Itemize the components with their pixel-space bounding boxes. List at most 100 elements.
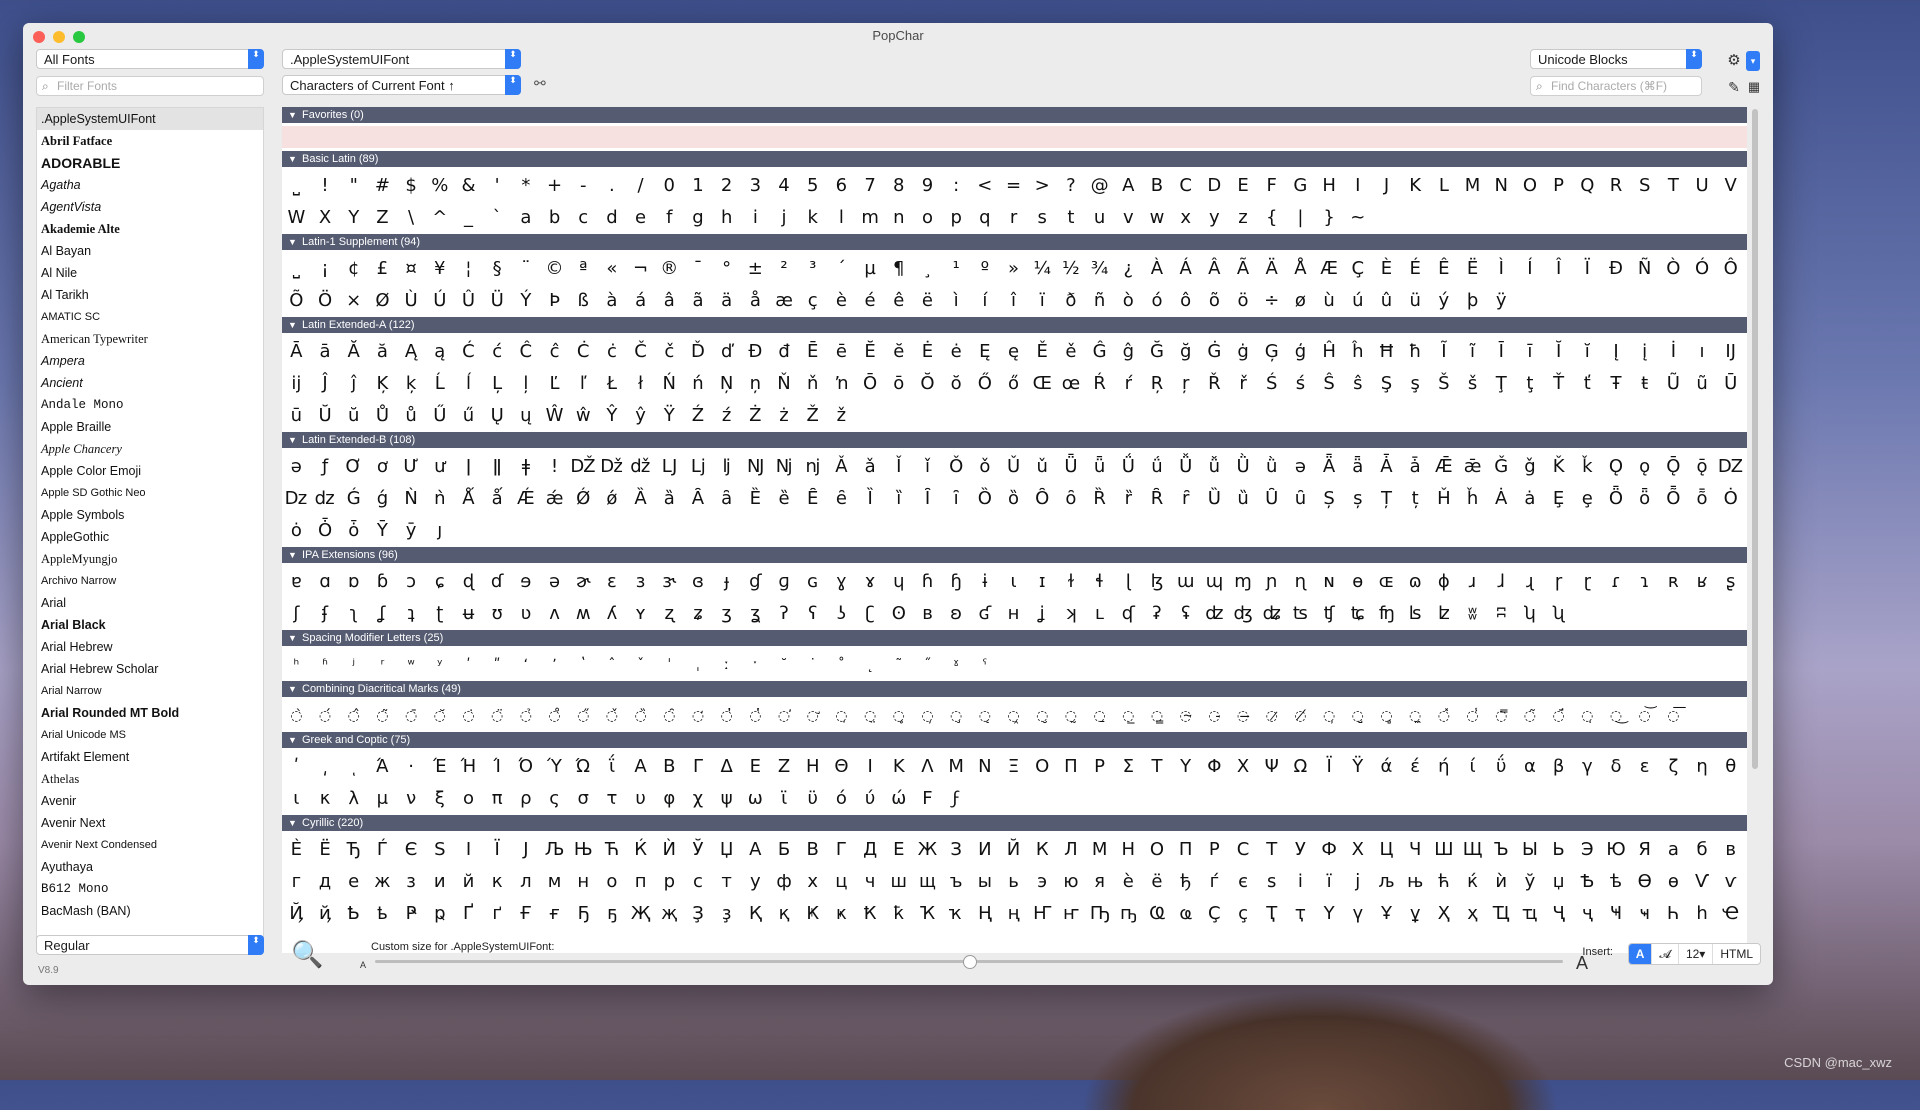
character-cell[interactable]: ¢ — [339, 253, 368, 285]
character-cell[interactable]: Ч — [1401, 834, 1430, 866]
character-cell[interactable]: ý — [1430, 285, 1459, 317]
character-cell[interactable]: X — [311, 202, 340, 234]
character-cell[interactable]: ǫ — [1630, 451, 1659, 483]
character-cell[interactable]: ʥ — [1257, 598, 1286, 630]
character-cell[interactable]: Ħ — [1372, 336, 1401, 368]
character-cell[interactable]: « — [598, 253, 627, 285]
character-cell[interactable]: đ — [770, 336, 799, 368]
character-cell[interactable]: ȁ — [655, 483, 684, 515]
character-cell[interactable]: я — [1085, 866, 1114, 898]
character-cell[interactable]: ´ — [827, 253, 856, 285]
character-cell[interactable]: ɗ — [483, 566, 512, 598]
character-cell[interactable]: c — [569, 202, 598, 234]
character-cell[interactable]: ҳ — [1458, 898, 1487, 930]
character-cell[interactable]: ο — [454, 783, 483, 815]
font-list-item[interactable]: Agatha — [37, 174, 263, 196]
character-cell[interactable]: ɳ — [1286, 566, 1315, 598]
character-cell[interactable]: Ō — [856, 368, 885, 400]
font-list-item[interactable]: BacMash (BAN) — [37, 900, 263, 922]
character-cell[interactable]: ɹ — [1458, 566, 1487, 598]
insert-mode-option[interactable]: 12▾ — [1679, 944, 1714, 964]
character-cell[interactable]: ɺ — [1487, 566, 1516, 598]
character-cell[interactable]: ɚ — [569, 566, 598, 598]
character-cell[interactable]: î — [999, 285, 1028, 317]
character-cell[interactable]: ĭ — [1573, 336, 1602, 368]
character-cell[interactable]: ɸ — [1430, 566, 1459, 598]
character-cell[interactable]: ʑ — [684, 598, 713, 630]
character-cell[interactable]: Γ — [684, 751, 713, 783]
character-cell[interactable]: ó — [1143, 285, 1172, 317]
character-cell[interactable]: ǲ — [282, 483, 311, 515]
character-cell[interactable]: ў — [1516, 866, 1545, 898]
character-cell[interactable]: » — [999, 253, 1028, 285]
character-cell[interactable]: Ј — [512, 834, 541, 866]
character-cell[interactable]: l — [827, 202, 856, 234]
character-cell[interactable]: Ţ — [1487, 368, 1516, 400]
character-cell[interactable]: И — [971, 834, 1000, 866]
font-list-item[interactable]: Ampera — [37, 350, 263, 372]
character-cell[interactable]: ȫ — [1630, 483, 1659, 515]
character-cell[interactable]: е — [339, 866, 368, 898]
character-cell[interactable]: ◌̷ — [1257, 700, 1286, 732]
character-cell[interactable]: ь — [999, 866, 1028, 898]
character-table[interactable]: ▼ Favorites (0) ▼ Basic Latin (89) ⎵! " # $% & ' *… — [282, 107, 1747, 953]
character-cell[interactable]: п — [626, 866, 655, 898]
character-cell[interactable]: ◌̕ — [770, 700, 799, 732]
character-cell[interactable]: Ȃ — [684, 483, 713, 515]
character-cell[interactable]: 5 — [798, 170, 827, 202]
character-cell[interactable]: ǌ — [798, 451, 827, 483]
character-cell[interactable]: Ǆ — [569, 451, 598, 483]
character-cell[interactable]: % — [425, 170, 454, 202]
character-cell[interactable]: ю — [1057, 866, 1086, 898]
character-cell[interactable]: Ī — [1487, 336, 1516, 368]
character-cell[interactable]: ɷ — [1401, 566, 1430, 598]
character-cell[interactable]: ţ — [1516, 368, 1545, 400]
character-cell[interactable]: и — [425, 866, 454, 898]
character-cell[interactable]: ɝ — [655, 566, 684, 598]
character-cell[interactable]: ŝ — [1343, 368, 1372, 400]
character-cell[interactable]: Ǵ — [339, 483, 368, 515]
character-cell[interactable]: Ђ — [339, 834, 368, 866]
character-cell[interactable]: ɖ — [454, 566, 483, 598]
character-cell[interactable]: ȱ — [339, 515, 368, 547]
character-cell[interactable]: Δ — [712, 751, 741, 783]
character-cell[interactable]: ң — [999, 898, 1028, 930]
character-cell[interactable]: έ — [1401, 751, 1430, 783]
character-cell[interactable]: Њ — [569, 834, 598, 866]
character-cell[interactable]: ų — [512, 400, 541, 432]
font-list-item[interactable]: Andale Mono — [37, 394, 263, 416]
character-cell[interactable]: ǟ — [1343, 451, 1372, 483]
character-cell[interactable]: Ĺ — [425, 368, 454, 400]
character-cell[interactable]: ğ — [1171, 336, 1200, 368]
character-cell[interactable]: ʞ — [1057, 598, 1086, 630]
character-cell[interactable]: Ϝ — [913, 783, 942, 815]
character-cell[interactable]: ç — [798, 285, 827, 317]
character-cell[interactable]: Ё — [311, 834, 340, 866]
character-cell[interactable]: Ҳ — [1430, 898, 1459, 930]
font-list-item[interactable]: Avenir Next Condensed — [37, 834, 263, 856]
character-cell[interactable]: Ô — [1716, 253, 1745, 285]
character-cell[interactable]: ɢ — [798, 566, 827, 598]
character-cell[interactable]: Ĝ — [1085, 336, 1114, 368]
character-cell[interactable]: ː — [712, 649, 741, 681]
character-cell[interactable]: μ — [368, 783, 397, 815]
character-cell[interactable]: К — [1028, 834, 1057, 866]
character-cell[interactable]: ɿ — [1630, 566, 1659, 598]
character-cell[interactable]: ǣ — [1458, 451, 1487, 483]
character-cell[interactable]: ă — [368, 336, 397, 368]
character-cell[interactable]: ɓ — [368, 566, 397, 598]
character-cell[interactable]: Ů — [368, 400, 397, 432]
character-cell[interactable]: œ — [1057, 368, 1086, 400]
character-cell[interactable]: P — [1544, 170, 1573, 202]
character-cell[interactable]: М — [1085, 834, 1114, 866]
character-cell[interactable]: Ҽ — [1716, 898, 1745, 930]
character-cell[interactable]: 3 — [741, 170, 770, 202]
character-cell[interactable]: ĥ — [1343, 336, 1372, 368]
disclosure-triangle-icon[interactable]: ▼ — [288, 432, 302, 448]
character-cell[interactable]: ņ — [741, 368, 770, 400]
character-cell[interactable]: ʘ — [884, 598, 913, 630]
character-cell[interactable]: Е — [884, 834, 913, 866]
character-cell[interactable]: ◌̒ — [684, 700, 713, 732]
character-cell[interactable]: Ф — [1315, 834, 1344, 866]
character-cell[interactable]: ◌̊ — [540, 700, 569, 732]
